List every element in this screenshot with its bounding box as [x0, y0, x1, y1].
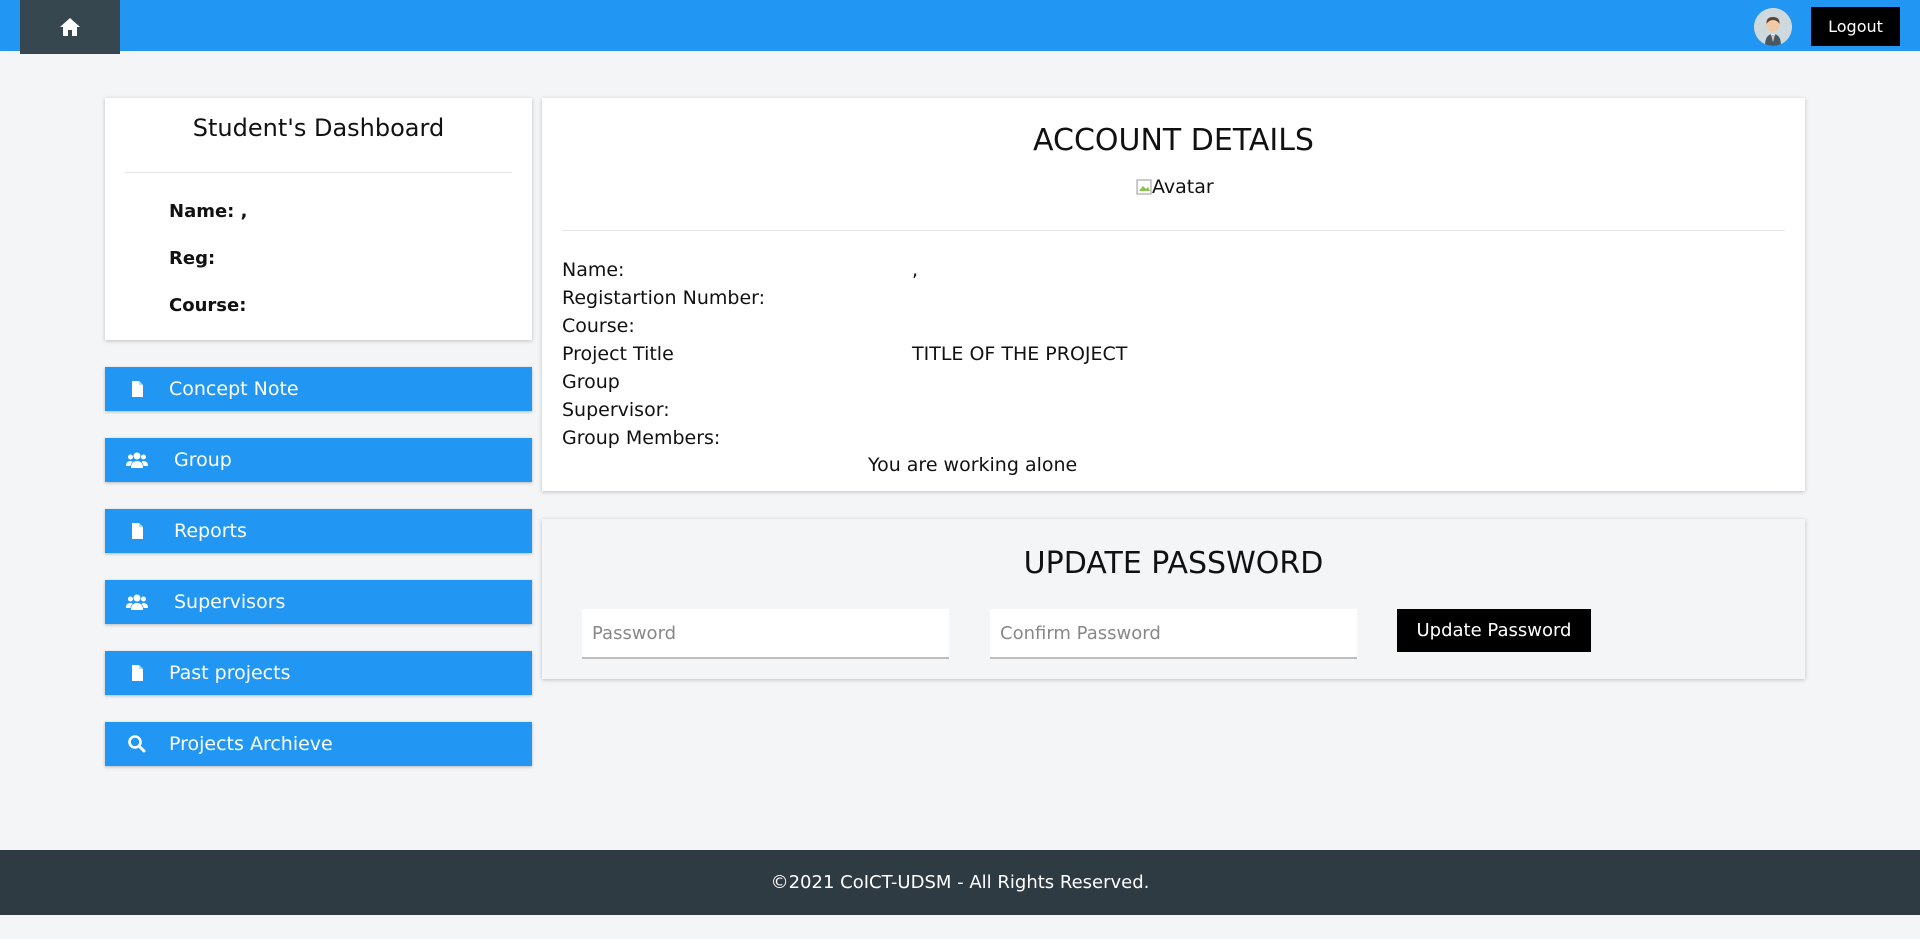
working-alone-text: You are working alone: [868, 454, 1078, 476]
broken-image-icon: [1136, 179, 1152, 195]
student-dashboard-card: Student's Dashboard Name: , Reg: Course:: [105, 98, 532, 340]
menu-label: Projects Archieve: [169, 733, 333, 755]
detail-label-course: Course:: [562, 315, 635, 337]
file-icon: [132, 523, 143, 539]
users-icon: [126, 594, 148, 610]
home-icon: [60, 18, 80, 36]
dashboard-name: Name: ,: [169, 201, 248, 222]
menu-label: Reports: [174, 520, 247, 542]
divider: [125, 172, 512, 173]
logout-button[interactable]: Logout: [1811, 7, 1900, 46]
dashboard-course: Course:: [169, 295, 247, 316]
menu-label: Concept Note: [169, 378, 299, 400]
dashboard-reg: Reg:: [169, 248, 216, 269]
confirm-password-input[interactable]: [990, 609, 1357, 659]
menu-supervisors[interactable]: Supervisors: [105, 580, 532, 624]
footer: ©2021 CoICT-UDSM - All Rights Reserved.: [0, 850, 1920, 915]
detail-label-registration: Registartion Number:: [562, 287, 766, 309]
user-avatar[interactable]: [1754, 8, 1792, 46]
update-password-card: UPDATE PASSWORD Update Password: [542, 519, 1805, 679]
detail-label-group: Group: [562, 371, 620, 393]
menu-group[interactable]: Group: [105, 438, 532, 482]
avatar-image: Avatar: [1136, 176, 1214, 198]
detail-label-project-title: Project Title: [562, 343, 674, 365]
update-password-button[interactable]: Update Password: [1397, 609, 1591, 652]
account-details-title: ACCOUNT DETAILS: [1033, 123, 1314, 158]
detail-label-supervisor: Supervisor:: [562, 399, 670, 421]
account-details-card: ACCOUNT DETAILS Name: , Registartion Num…: [542, 98, 1805, 491]
menu-concept-note[interactable]: Concept Note: [105, 367, 532, 411]
home-button[interactable]: [20, 0, 120, 54]
divider: [562, 230, 1785, 231]
update-password-title: UPDATE PASSWORD: [1023, 546, 1324, 581]
avatar-alt-text: Avatar: [1152, 176, 1214, 198]
top-navbar: [0, 0, 1920, 51]
menu-label: Group: [174, 449, 232, 471]
footer-copyright: ©2021 CoICT-UDSM - All Rights Reserved.: [770, 872, 1150, 893]
search-icon: [128, 735, 146, 753]
users-icon: [126, 452, 148, 468]
detail-label-group-members: Group Members:: [562, 427, 721, 449]
detail-value-project-title: TITLE OF THE PROJECT: [912, 343, 1128, 365]
detail-label-name: Name:: [562, 259, 625, 281]
menu-past-projects[interactable]: Past projects: [105, 651, 532, 695]
menu-reports[interactable]: Reports: [105, 509, 532, 553]
file-icon: [132, 381, 143, 397]
menu-projects-archive[interactable]: Projects Archieve: [105, 722, 532, 766]
menu-label: Past projects: [169, 662, 291, 684]
dashboard-title: Student's Dashboard: [192, 114, 445, 142]
menu-label: Supervisors: [174, 591, 286, 613]
password-input[interactable]: [582, 609, 949, 659]
file-icon: [132, 665, 143, 681]
detail-value-name: ,: [912, 259, 919, 281]
